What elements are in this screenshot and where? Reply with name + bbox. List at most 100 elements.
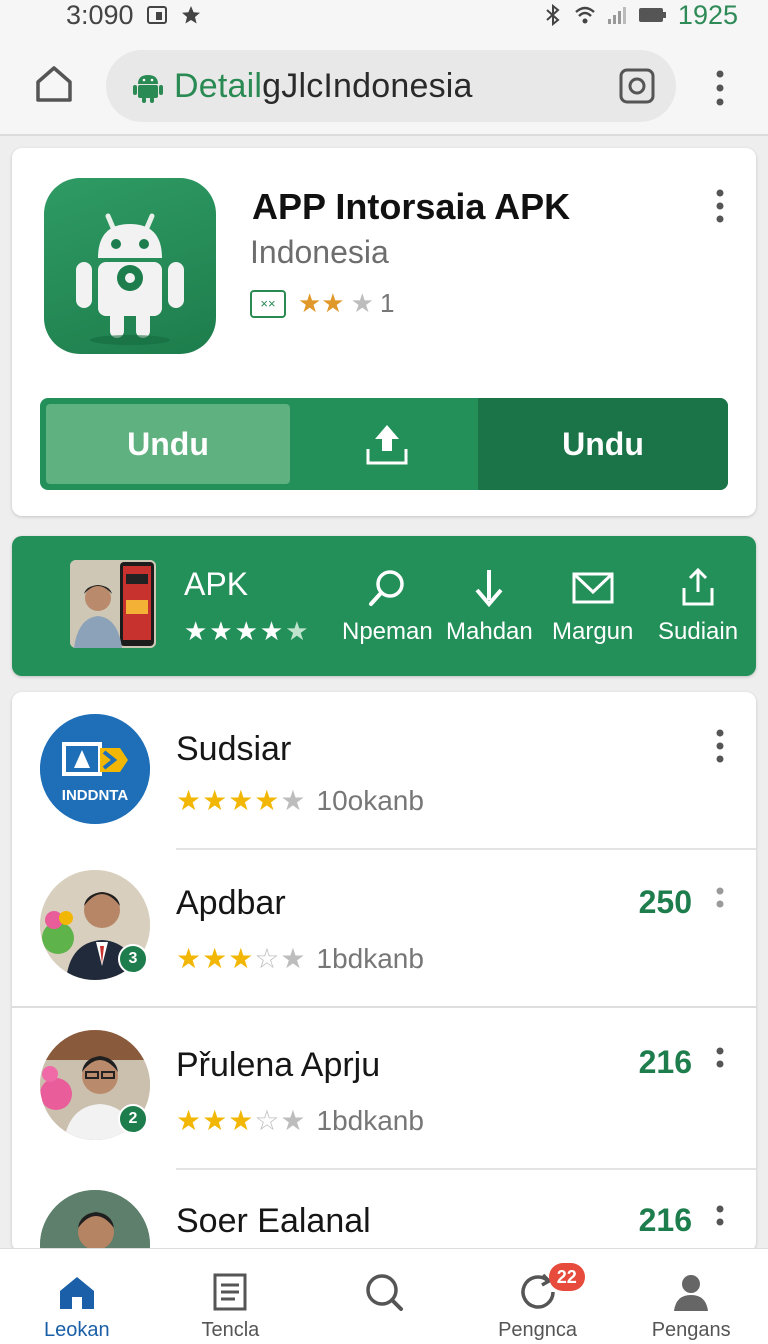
list-item[interactable]: Soer Ealanal 216: [12, 1172, 756, 1252]
notification-badge: 22: [548, 1263, 585, 1291]
url-text: DetailgJlcIndonesia: [174, 67, 473, 106]
battery-text: 1925: [677, 0, 738, 30]
row-menu-icon[interactable]: [712, 886, 728, 922]
home-icon: [59, 1277, 94, 1309]
list-item-title: Apdbar: [176, 884, 286, 922]
list-item-meta: 1bdkanb: [316, 942, 424, 974]
url-bar[interactable]: DetailgJlcIndonesia: [106, 50, 676, 122]
row-menu-icon[interactable]: [712, 728, 728, 764]
list-item-meta: 10okanb: [316, 784, 424, 816]
rating-stars-empty: ★: [280, 785, 307, 816]
indonesia-logo-icon: INDDNTA: [40, 714, 150, 824]
rank-badge: 2: [118, 1104, 148, 1134]
rating-stars: ★★★☆★: [176, 942, 307, 975]
list-item-rating: ★★★★★ 10okanb: [176, 784, 424, 817]
status-bar: 3:090 1925: [0, 0, 768, 30]
download-action-bar: Undu Undu: [40, 398, 728, 490]
app-list: INDDNTA Sudsiar ★★★★★ 10okanb 3 Apdbar ★…: [12, 692, 756, 1252]
url-rest: gJlcIndonesia: [262, 66, 473, 105]
app-menu-icon[interactable]: [712, 188, 728, 224]
search-icon: [369, 570, 405, 606]
app-rating: ×× ★★ ★ 1: [250, 288, 394, 319]
android-robot-icon: [76, 213, 184, 345]
banner-stars-filled: ★★★★: [184, 616, 286, 646]
status-right: 1925: [542, 0, 738, 31]
list-item-count: 216: [638, 1044, 692, 1080]
wifi-icon: [575, 6, 595, 24]
list-item-title: Sudsiar: [176, 730, 292, 768]
rating-stars: ★★★☆★: [176, 1104, 307, 1137]
banner-stars: ★★★★★: [184, 616, 311, 647]
nav-item-updates[interactable]: Pengnca 22: [461, 1249, 615, 1344]
rating-stars-filled: ★★★: [176, 1105, 255, 1136]
banner-action-search[interactable]: Npeman: [342, 566, 433, 646]
nav-label: Pengans: [651, 1319, 731, 1341]
rank-badge: 3: [118, 944, 148, 974]
banner-action-label: Mahdan: [446, 618, 533, 645]
promo-banner: APK ★★★★★ Npeman Mahdan Margun Sudiain: [12, 536, 756, 676]
row-menu-icon[interactable]: [712, 1204, 728, 1240]
list-item-title: Přulena Aprju: [176, 1046, 381, 1084]
list-item-title: Soer Ealanal: [176, 1202, 371, 1240]
banner-action-share[interactable]: Sudiain: [658, 566, 738, 646]
banner-thumbnail[interactable]: [70, 560, 156, 648]
banner-action-label: Npeman: [342, 618, 433, 645]
app-card: APP Intorsaia APK Indonesia ×× ★★ ★ 1 Un…: [12, 148, 756, 516]
nav-label: Pengnca: [498, 1319, 578, 1341]
banner-action-download[interactable]: Mahdan: [446, 566, 533, 646]
app-stars: ★★: [298, 288, 345, 318]
list-item-meta: 1bdkanb: [316, 1104, 424, 1136]
image-notification-icon: [146, 6, 167, 24]
banner-action-label: Sudiain: [658, 618, 739, 645]
rating-stars-empty: ☆★: [254, 1105, 307, 1136]
download-right-button[interactable]: Undu: [478, 398, 728, 490]
upload-icon: [366, 425, 408, 465]
android-icon: [133, 75, 163, 103]
overflow-menu-icon[interactable]: [708, 68, 732, 108]
home-icon[interactable]: [30, 60, 78, 108]
list-item-rating: ★★★☆★ 1bdkanb: [176, 942, 424, 975]
list-item[interactable]: 2 Přulena Aprju ★★★☆★ 1bdkanb 216: [12, 1010, 756, 1168]
status-time: 3:090: [66, 0, 134, 30]
url-highlight: Detail: [174, 66, 263, 105]
bottom-navigation: Leokan Tencla Pengnca 22 Pengans: [0, 1248, 768, 1344]
banner-title: APK: [184, 566, 249, 602]
avatar-logo-text: INDDNTA: [62, 787, 129, 804]
avatar: INDDNTA: [40, 714, 150, 824]
star-notification-icon: [181, 6, 200, 24]
banner-stars-empty: ★: [285, 616, 311, 646]
nav-item-home[interactable]: Leokan: [0, 1249, 154, 1344]
nav-item-search[interactable]: [307, 1249, 461, 1344]
row-menu-icon[interactable]: [712, 1046, 728, 1082]
search-icon: [366, 1274, 403, 1311]
nav-item-profile[interactable]: Pengans: [614, 1249, 768, 1344]
nav-item-documents[interactable]: Tencla: [154, 1249, 308, 1344]
battery-icon: [638, 8, 666, 22]
download-left-button[interactable]: Undu: [46, 404, 290, 484]
divider: [12, 1006, 756, 1008]
app-rating-count: 1: [379, 288, 395, 318]
list-item-rating: ★★★☆★ 1bdkanb: [176, 1104, 424, 1137]
upload-button[interactable]: [296, 398, 478, 490]
rating-stars-filled: ★★★: [176, 943, 255, 974]
nav-label: Tencla: [201, 1319, 260, 1341]
browser-bar: DetailgJlcIndonesia: [0, 30, 768, 136]
tabs-icon[interactable]: [616, 65, 658, 107]
app-stars-empty: ★: [350, 288, 374, 318]
list-item-count: 216: [638, 1202, 692, 1238]
avatar-photo: [40, 1190, 150, 1252]
banner-action-label: Margun: [552, 618, 634, 645]
status-left: 3:090: [66, 0, 202, 31]
banner-action-mail[interactable]: Margun: [552, 566, 633, 646]
profile-icon: [674, 1275, 709, 1311]
app-title: APP Intorsaia APK: [252, 186, 571, 227]
rating-badge: ××: [250, 289, 286, 318]
divider: [176, 1168, 756, 1170]
list-item[interactable]: INDDNTA Sudsiar ★★★★★ 10okanb: [12, 692, 756, 850]
list-item-count: 250: [638, 884, 692, 920]
banner-thumbnail-image: [70, 560, 156, 648]
list-item[interactable]: 3 Apdbar ★★★☆★ 1bdkanb 250: [12, 850, 756, 1008]
rating-stars-empty: ☆★: [254, 943, 307, 974]
app-subtitle: Indonesia: [250, 234, 389, 270]
share-icon: [682, 567, 714, 606]
